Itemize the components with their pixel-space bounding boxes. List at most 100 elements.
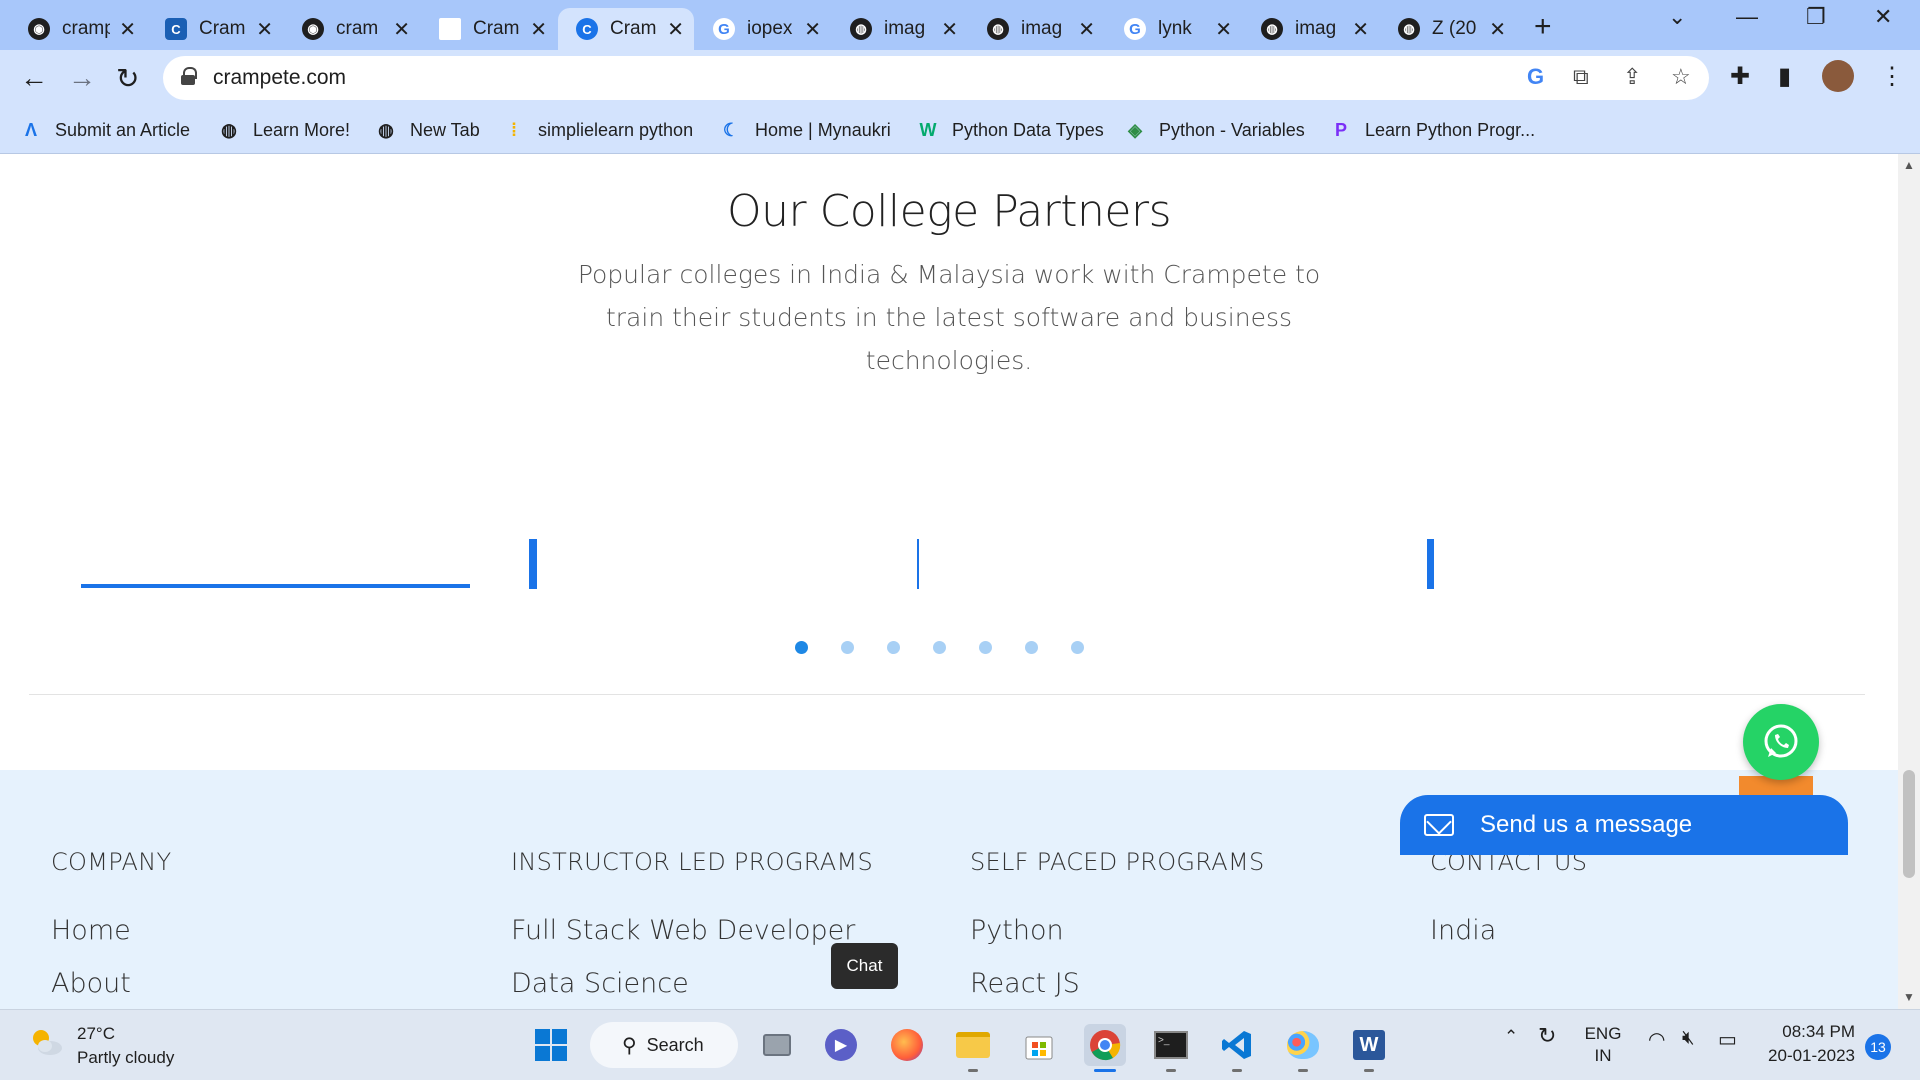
college-logo-placeholder[interactable] [1427, 539, 1434, 589]
college-logo-placeholder[interactable] [917, 539, 919, 589]
footer-link-about[interactable]: About [51, 968, 131, 999]
google-lens-icon[interactable]: G [1527, 64, 1544, 90]
forward-button[interactable]: → [68, 62, 96, 94]
translate-icon[interactable]: ⧉ [1573, 64, 1589, 90]
reload-button[interactable]: ↻ [116, 62, 139, 95]
browser-tab[interactable]: ◉ cram ✕ [284, 8, 420, 50]
running-indicator [1364, 1069, 1374, 1072]
clock-date[interactable]: 20-01-2023 [1755, 1046, 1855, 1066]
bookmark-item[interactable]: P Learn Python Progr... [1330, 114, 1535, 146]
carousel-dot[interactable] [841, 641, 854, 654]
bookmark-item[interactable]: ◍ Learn More! [218, 114, 350, 146]
taskbar-search[interactable]: ⚲ Search [590, 1022, 738, 1068]
page-scrollbar[interactable]: ▲ ▼ [1898, 154, 1920, 1009]
bookmark-item[interactable]: ⁞ simplielearn python [503, 114, 693, 146]
back-button[interactable]: ← [20, 62, 48, 94]
browser-tab-active[interactable]: C Cram ✕ [558, 8, 694, 50]
word-button[interactable]: W [1348, 1024, 1390, 1072]
carousel-dot[interactable] [933, 641, 946, 654]
close-icon[interactable]: ✕ [530, 17, 547, 42]
menu-icon[interactable]: ⋮ [1880, 62, 1904, 91]
carousel-dot[interactable] [887, 641, 900, 654]
whatsapp-button[interactable] [1743, 704, 1819, 780]
wifi-icon[interactable]: ◠ [1648, 1027, 1665, 1052]
restore-button[interactable]: ❐ [1806, 4, 1826, 30]
browser-tab[interactable]: ◉ cramp ✕ [10, 8, 146, 50]
teams-chat-button[interactable]: ▶ [820, 1024, 862, 1066]
browser-tab[interactable]: ◍ imag ✕ [969, 8, 1105, 50]
close-icon[interactable]: ✕ [667, 17, 684, 42]
scrollbar-thumb[interactable] [1903, 770, 1915, 878]
speaker-muted-icon[interactable]: 🔇︎ [1682, 1027, 1695, 1050]
notification-badge[interactable]: 13 [1865, 1034, 1891, 1060]
address-bar[interactable]: crampete.com G ⧉ ⇪ ☆ [163, 56, 1709, 100]
start-button[interactable] [530, 1024, 572, 1066]
close-icon[interactable]: ✕ [941, 17, 958, 42]
footer-link-full-stack[interactable]: Full Stack Web Developer [511, 915, 855, 946]
close-icon[interactable]: ✕ [1352, 17, 1369, 42]
bookmark-item[interactable]: ◈ Python - Variables [1124, 114, 1305, 146]
weather-description[interactable]: Partly cloudy [77, 1048, 174, 1068]
firefox-button[interactable] [886, 1024, 928, 1066]
close-icon[interactable]: ✕ [393, 17, 410, 42]
lock-icon[interactable] [181, 67, 197, 85]
browser-tab[interactable]: ◍ Z (20 ✕ [1380, 8, 1516, 50]
footer-link-data-science[interactable]: Data Science [511, 968, 689, 999]
language-indicator[interactable]: ENG IN [1583, 1024, 1623, 1066]
minimize-button[interactable]: — [1736, 4, 1758, 30]
show-hidden-icons-button[interactable]: ⌃ [1504, 1027, 1518, 1047]
footer-link-python[interactable]: Python [970, 915, 1064, 946]
browser-tab[interactable]: G iopex ✕ [695, 8, 831, 50]
bookmark-item[interactable]: ◍ New Tab [375, 114, 480, 146]
extensions-icon[interactable]: ✚ [1730, 62, 1750, 91]
share-icon[interactable]: ⇪ [1623, 64, 1641, 90]
terminal-button[interactable]: >_ [1150, 1024, 1192, 1072]
close-icon[interactable]: ✕ [1078, 17, 1095, 42]
microsoft-store-button[interactable] [1018, 1024, 1060, 1066]
weather-temperature[interactable]: 27°C [77, 1024, 115, 1044]
close-icon[interactable]: ✕ [256, 17, 273, 42]
footer-link-home[interactable]: Home [51, 915, 131, 946]
clock-time[interactable]: 08:34 PM [1775, 1022, 1855, 1042]
paint-button[interactable] [1282, 1024, 1324, 1072]
close-window-button[interactable]: ✕ [1874, 4, 1892, 30]
chrome-button[interactable] [1084, 1024, 1126, 1072]
new-tab-button[interactable]: + [1534, 10, 1552, 44]
carousel-dot[interactable] [979, 641, 992, 654]
footer-link-india[interactable]: India [1430, 915, 1496, 946]
task-view-button[interactable] [756, 1024, 798, 1066]
close-icon[interactable]: ✕ [119, 17, 136, 42]
close-icon[interactable]: ✕ [804, 17, 821, 42]
send-message-bar[interactable]: Send us a message [1400, 795, 1848, 855]
carousel-dot[interactable] [1071, 641, 1084, 654]
college-logo-placeholder[interactable] [81, 584, 470, 588]
vscode-button[interactable] [1216, 1024, 1258, 1072]
bookmark-item[interactable]: Λ Submit an Article [20, 114, 190, 146]
browser-tab[interactable]: Cram ✕ [421, 8, 557, 50]
battery-icon[interactable]: ▭ [1718, 1027, 1737, 1052]
bookmark-item[interactable]: ☾ Home | Mynaukri [720, 114, 891, 146]
url-text[interactable]: crampete.com [213, 66, 346, 90]
close-icon[interactable]: ✕ [1215, 17, 1232, 42]
side-panel-icon[interactable]: ▮ [1778, 62, 1791, 91]
bookmark-star-icon[interactable]: ☆ [1671, 64, 1691, 90]
scroll-down-icon[interactable]: ▼ [1903, 990, 1915, 1004]
scroll-up-icon[interactable]: ▲ [1903, 158, 1915, 172]
footer-link-react-js[interactable]: React JS [970, 968, 1080, 999]
browser-tab[interactable]: ◍ imag ✕ [832, 8, 968, 50]
file-explorer-button[interactable] [952, 1024, 994, 1072]
globe-icon: ◍ [1398, 18, 1420, 40]
sync-icon[interactable]: ↻ [1538, 1023, 1556, 1049]
browser-tab[interactable]: ◍ imag ✕ [1243, 8, 1379, 50]
browser-tab[interactable]: G lynk ✕ [1106, 8, 1242, 50]
tab-search-icon[interactable]: ⌄ [1668, 4, 1686, 30]
college-logo-placeholder[interactable] [529, 539, 537, 589]
carousel-dot-active[interactable] [795, 641, 808, 654]
carousel-dot[interactable] [1025, 641, 1038, 654]
close-icon[interactable]: ✕ [1489, 17, 1506, 42]
profile-avatar[interactable] [1822, 60, 1854, 92]
browser-tab[interactable]: C Cram ✕ [147, 8, 283, 50]
partly-cloudy-icon[interactable] [28, 1026, 64, 1058]
bookmark-item[interactable]: W Python Data Types [917, 114, 1104, 146]
globe-icon: ◍ [850, 18, 872, 40]
